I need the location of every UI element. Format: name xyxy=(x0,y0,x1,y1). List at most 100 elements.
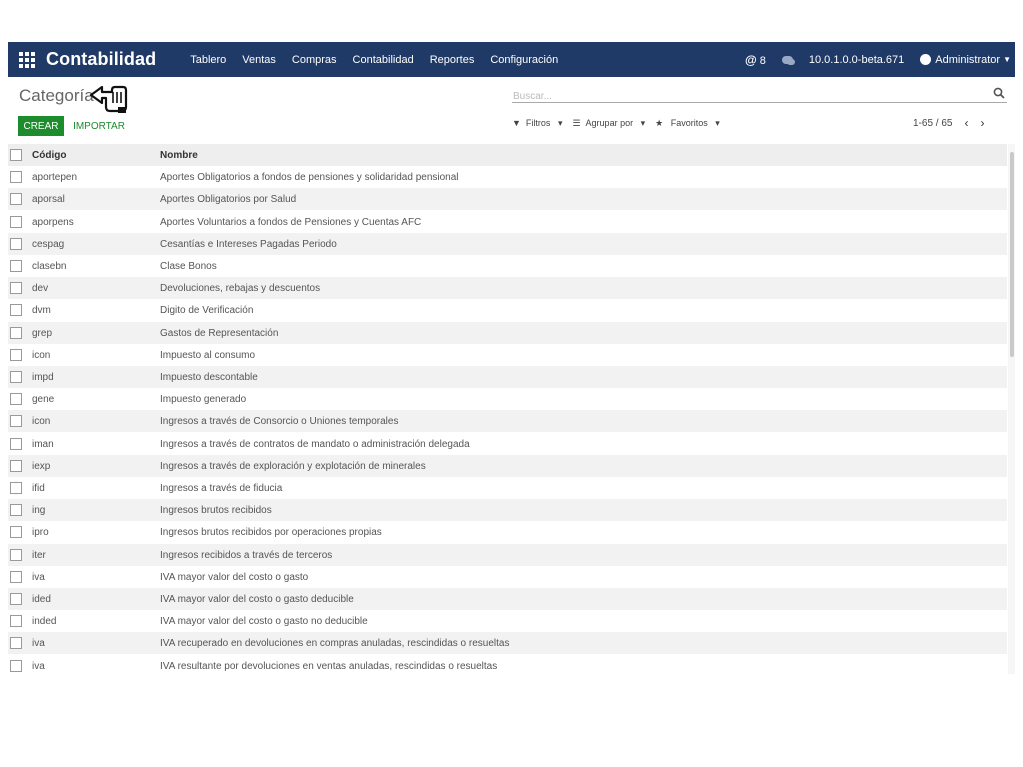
row-checkbox[interactable] xyxy=(10,393,22,405)
cell-name: IVA mayor valor del costo o gasto no ded… xyxy=(160,615,368,627)
group-by-dropdown[interactable]: ☰ Agrupar por ▾ xyxy=(572,118,650,129)
table-row[interactable]: aporpens Aportes Voluntarios a fondos de … xyxy=(8,211,1007,233)
cell-name: Ingresos a través de exploración y explo… xyxy=(160,460,426,472)
row-checkbox[interactable] xyxy=(10,238,22,250)
cell-name: Cesantías e Intereses Pagadas Periodo xyxy=(160,238,337,250)
row-checkbox[interactable] xyxy=(10,282,22,294)
table-row[interactable]: ifid Ingresos a través de fiducia xyxy=(8,477,1007,499)
table-row[interactable]: clasebn Clase Bonos xyxy=(8,255,1007,277)
table-row[interactable]: iman Ingresos a través de contratos de ma… xyxy=(8,433,1007,455)
table-row[interactable]: ided IVA mayor valor del costo o gasto de… xyxy=(8,588,1007,610)
row-checkbox[interactable] xyxy=(10,171,22,183)
at-icon: @ xyxy=(744,52,757,67)
row-checkbox[interactable] xyxy=(10,193,22,205)
scrollbar[interactable] xyxy=(1008,144,1015,674)
version-label: 10.0.1.0.0-beta.671 xyxy=(808,53,905,66)
cell-name: IVA resultante por devoluciones en venta… xyxy=(160,660,498,672)
avatar xyxy=(920,54,932,65)
table-row[interactable]: dvm Digito de Verificación xyxy=(8,299,1007,321)
list-table: Código Nombre aportepen Aportes Obligator… xyxy=(8,144,1015,674)
cell-name: Ingresos a través de Consorcio o Uniones… xyxy=(160,415,399,427)
header-name[interactable]: Nombre xyxy=(160,150,1007,161)
table-row[interactable]: ipro Ingresos brutos recibidos por operac… xyxy=(8,521,1007,543)
list-icon: ☰ xyxy=(572,118,581,128)
cell-name: Digito de Verificación xyxy=(160,304,254,316)
row-checkbox[interactable] xyxy=(10,504,22,516)
table-row[interactable]: dev Devoluciones, rebajas y descuentos xyxy=(8,277,1007,299)
search-input[interactable] xyxy=(512,89,983,104)
top-navbar: Contabilidad Tablero Ventas Compras Cont… xyxy=(8,42,1015,77)
row-checkbox[interactable] xyxy=(10,526,22,538)
table-row[interactable]: inded IVA mayor valor del costo o gasto n… xyxy=(8,610,1007,632)
row-checkbox[interactable] xyxy=(10,438,22,450)
scrollbar-thumb[interactable] xyxy=(1010,152,1014,357)
select-all-checkbox[interactable] xyxy=(10,149,22,161)
menu-item-ventas[interactable]: Ventas xyxy=(242,54,276,66)
row-checkbox[interactable] xyxy=(10,660,22,672)
row-checkbox[interactable] xyxy=(10,304,22,316)
app-brand[interactable]: Contabilidad xyxy=(46,49,156,70)
row-checkbox[interactable] xyxy=(10,216,22,228)
chat-icon[interactable] xyxy=(781,55,795,65)
row-checkbox[interactable] xyxy=(10,327,22,339)
row-checkbox[interactable] xyxy=(10,482,22,494)
row-checkbox[interactable] xyxy=(10,349,22,361)
user-menu[interactable]: Administrator ▼ xyxy=(920,54,1011,66)
menu-item-tablero[interactable]: Tablero xyxy=(190,54,226,66)
row-checkbox[interactable] xyxy=(10,260,22,272)
row-checkbox[interactable] xyxy=(10,415,22,427)
pager: 1-65 / 65 ‹ › xyxy=(913,116,984,130)
table-row[interactable]: ing Ingresos brutos recibidos xyxy=(8,499,1007,521)
table-row[interactable]: grep Gastos de Representación xyxy=(8,322,1007,344)
cell-code: aporsal xyxy=(32,193,65,205)
filters-label: Filtros xyxy=(525,118,551,128)
cell-code: ided xyxy=(32,593,51,605)
table-row[interactable]: gene Impuesto generado xyxy=(8,388,1007,410)
header-code[interactable]: Código xyxy=(32,150,160,161)
row-checkbox[interactable] xyxy=(10,593,22,605)
cell-name: Impuesto descontable xyxy=(160,371,258,383)
table-row[interactable]: iexp Ingresos a través de exploración y e… xyxy=(8,455,1007,477)
table-row[interactable]: iva IVA mayor valor del costo o gasto xyxy=(8,566,1007,588)
menu-item-compras[interactable]: Compras xyxy=(292,54,337,66)
table-row[interactable]: icon Impuesto al consumo xyxy=(8,344,1007,366)
hand-pointer-icon xyxy=(89,85,128,113)
table-row[interactable]: iva IVA resultante por devoluciones en ve… xyxy=(8,655,1007,677)
apps-menu-icon[interactable] xyxy=(18,51,36,69)
import-button[interactable]: IMPORTAR xyxy=(69,116,129,136)
table-row[interactable]: cespag Cesantías e Intereses Pagadas Peri… xyxy=(8,233,1007,255)
search-icon[interactable] xyxy=(993,87,1005,99)
chevron-down-icon: ▾ xyxy=(640,118,646,128)
filters-dropdown[interactable]: ▼ Filtros ▾ xyxy=(512,118,567,129)
star-icon: ★ xyxy=(655,118,664,128)
row-checkbox[interactable] xyxy=(10,549,22,561)
row-checkbox[interactable] xyxy=(10,460,22,472)
table-row[interactable]: aporsal Aportes Obligatorios por Salud xyxy=(8,188,1007,210)
chevron-left-icon[interactable]: ‹ xyxy=(964,116,968,130)
table-row[interactable]: impd Impuesto descontable xyxy=(8,366,1007,388)
mentions-button[interactable]: @ 8 xyxy=(745,53,766,67)
table-header: Código Nombre xyxy=(8,144,1007,166)
cell-code: icon xyxy=(32,415,51,427)
row-checkbox[interactable] xyxy=(10,571,22,583)
app-frame: Contabilidad Tablero Ventas Compras Cont… xyxy=(0,0,1023,767)
table-row[interactable]: icon Ingresos a través de Consorcio o Uni… xyxy=(8,410,1007,432)
create-button[interactable]: CREAR xyxy=(18,116,64,136)
row-checkbox[interactable] xyxy=(10,637,22,649)
page-title: Categoría xyxy=(19,86,94,105)
cell-name: Devoluciones, rebajas y descuentos xyxy=(160,282,321,294)
row-checkbox[interactable] xyxy=(10,615,22,627)
table-row[interactable]: aportepen Aportes Obligatorios a fondos d… xyxy=(8,166,1007,188)
table-row[interactable]: iva IVA recuperado en devoluciones en com… xyxy=(8,632,1007,654)
navbar-right: @ 8 10.0.1.0.0-beta.671 Administrator ▼ xyxy=(745,53,1015,67)
menu-item-contabilidad[interactable]: Contabilidad xyxy=(353,54,414,66)
menu-item-configuracion[interactable]: Configuración xyxy=(490,54,558,66)
menu-item-reportes[interactable]: Reportes xyxy=(430,54,475,66)
cell-code: iva xyxy=(32,660,45,672)
mentions-count: 8 xyxy=(759,54,766,67)
pager-range[interactable]: 1-65 / 65 xyxy=(913,118,952,129)
table-row[interactable]: iter Ingresos recibidos a través de terce… xyxy=(8,544,1007,566)
favorites-dropdown[interactable]: ★ Favoritos ▾ xyxy=(655,118,725,129)
row-checkbox[interactable] xyxy=(10,371,22,383)
chevron-right-icon[interactable]: › xyxy=(980,116,984,130)
